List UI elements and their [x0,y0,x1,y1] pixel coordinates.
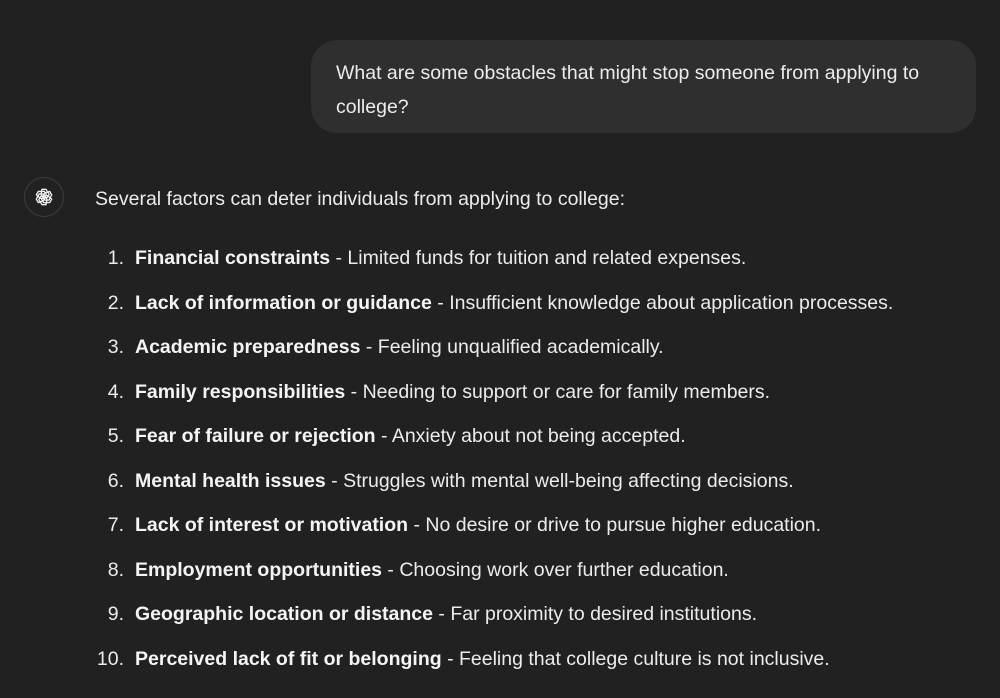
list-item-term: Fear of failure or rejection [135,425,376,447]
list-item-number: 5. [107,425,124,447]
list-item-number: 2. [107,291,124,314]
list-item-text: Mental health issues - Struggles with me… [135,467,794,495]
assistant-intro-text: Several factors can deter individuals fr… [95,188,626,210]
list-item-description: - Insufficient knowledge about applicati… [431,291,894,314]
user-message-bubble: What are some obstacles that might stop … [311,40,976,133]
list-item-description: - Far proximity to desired institutions. [432,603,758,625]
list-item-number: 4. [107,380,124,403]
list-item-number: 1. [107,247,124,269]
list-item-text: Academic preparedness - Feeling unqualif… [135,333,664,361]
list-item-description: - No desire or drive to pursue higher ed… [408,514,822,536]
list-item-number: 6. [107,469,124,492]
list-item-text: Lack of information or guidance - Insuff… [135,289,893,317]
list-item-text: Employment opportunities - Choosing work… [135,556,729,584]
list-item-term: Family responsibilities [135,380,346,403]
list-item-term: Financial constraints [135,247,331,269]
list-item-description: - Needing to support or care for family … [345,380,771,403]
list-item-number: 8. [107,558,124,581]
list-item-term: Lack of interest or motivation [135,514,409,536]
user-message-text: What are some obstacles that might stop … [336,62,920,118]
list-item-term: Perceived lack of fit or belonging [135,647,442,670]
list-item-description: - Anxiety about not being accepted. [375,425,686,447]
list-item-text: Family responsibilities - Needing to sup… [135,378,770,406]
list-item-text: Perceived lack of fit or belonging - Fee… [135,645,830,673]
list-item-description: - Feeling unqualified academically. [360,336,664,358]
list-item-term: Lack of information or guidance [135,291,432,314]
list-item-term: Mental health issues [135,469,326,492]
list-item-number: 9. [107,603,124,625]
assistant-avatar [24,177,64,217]
list-item-term: Academic preparedness [135,336,361,358]
list-item-text: Geographic location or distance - Far pr… [135,600,757,628]
list-item-description: - Limited funds for tuition and related … [330,247,747,269]
list-item-description: - Feeling that college culture is not in… [441,647,830,670]
list-item-term: Employment opportunities [135,558,383,581]
list-item-number: 3. [107,336,124,358]
list-item-text: Financial constraints - Limited funds fo… [135,244,746,272]
list-item-number: 10. [96,647,124,670]
openai-logo-icon [35,188,53,206]
list-item-text: Fear of failure or rejection - Anxiety a… [135,422,686,450]
list-item-text: Lack of interest or motivation - No desi… [135,511,821,539]
list-item-term: Geographic location or distance [135,603,433,625]
list-item-description: - Struggles with mental well-being affec… [325,469,794,492]
list-item-description: - Choosing work over further education. [382,558,729,581]
list-item-number: 7. [107,514,124,536]
chat-page: What are some obstacles that might stop … [0,0,1000,698]
